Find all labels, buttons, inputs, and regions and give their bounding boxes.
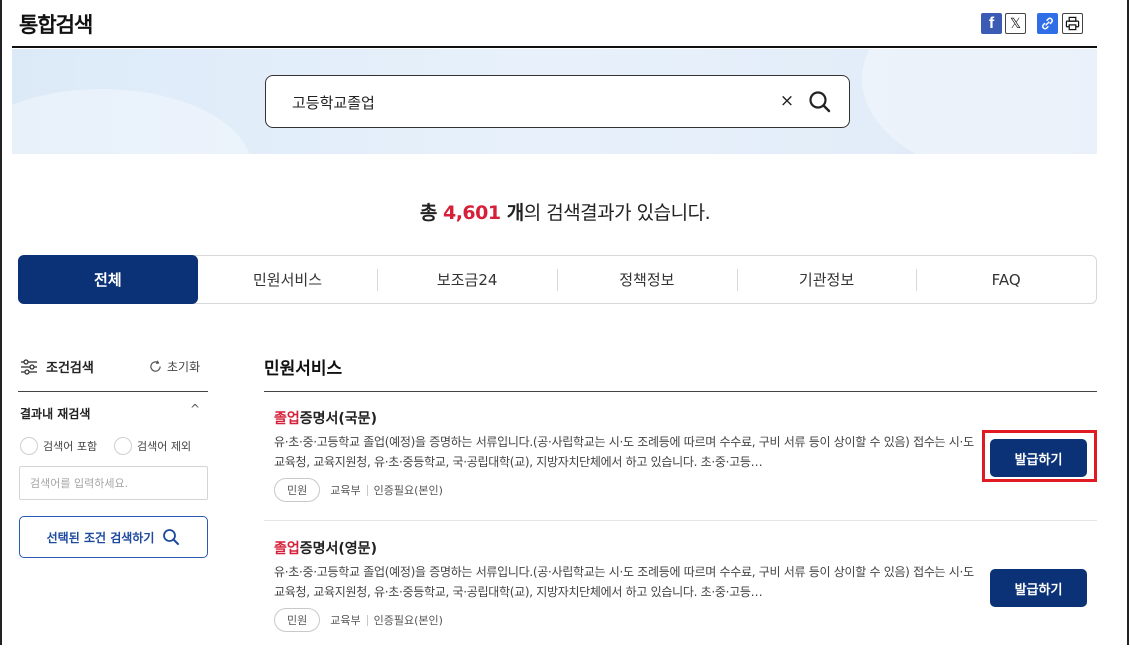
reset-label: 초기화 — [167, 360, 201, 374]
refine-title: 결과내 재검색 — [20, 407, 91, 421]
annotation-highlight-box — [982, 430, 1097, 482]
frame-left-border — [0, 0, 2, 645]
category-badge: 민원 — [274, 478, 321, 502]
issue-button[interactable]: 발급하기 — [990, 569, 1087, 607]
auth-label: 인증필요(본인) — [373, 614, 443, 627]
result-count-suffix: 의 검색결과가 있습니다. — [523, 202, 711, 224]
x-share-icon[interactable]: 𝕏 — [1005, 13, 1026, 34]
tab-policy-info[interactable]: 정책정보 — [557, 256, 737, 303]
header-divider — [12, 46, 1097, 48]
clear-search-icon[interactable]: × — [777, 90, 797, 112]
exclude-radio[interactable]: 검색어 제외 — [114, 437, 191, 455]
search-icon — [163, 529, 180, 545]
category-badge: 민원 — [274, 608, 321, 632]
include-label: 검색어 포함 — [43, 440, 98, 453]
title-highlight: 졸업 — [274, 411, 300, 427]
print-icon[interactable] — [1062, 13, 1083, 34]
result-count-number: 4,601 — [442, 202, 501, 224]
result-count-prefix: 총 — [419, 202, 443, 224]
tag-separator — [366, 614, 368, 626]
apply-filter-label: 선택된 조건 검색하기 — [46, 530, 155, 545]
radio-circle — [114, 437, 132, 455]
filter-title-label: 조건검색 — [46, 361, 94, 376]
result-item-tags: 민원 교육부 인증필요(본인) — [274, 478, 443, 502]
refresh-icon — [150, 360, 161, 372]
frame-right-border — [1127, 0, 1129, 645]
exclude-label: 검색어 제외 — [137, 440, 192, 453]
search-icon[interactable] — [807, 89, 833, 115]
result-item-title[interactable]: 졸업증명서(국문) — [274, 408, 377, 428]
title-rest: 증명서(국문) — [299, 411, 377, 427]
result-item-tags: 민원 교육부 인증필요(본인) — [274, 608, 443, 632]
filter-title: 조건검색 — [20, 357, 94, 376]
tab-faq[interactable]: FAQ — [916, 256, 1096, 303]
tab-all[interactable]: 전체 — [18, 255, 198, 304]
auth-label: 인증필요(본인) — [373, 484, 443, 497]
apply-filter-button[interactable]: 선택된 조건 검색하기 — [19, 516, 208, 558]
title-rest: 증명서(영문) — [299, 541, 377, 557]
banner-decoration — [862, 49, 1097, 154]
radio-circle — [20, 437, 38, 455]
sliders-icon — [21, 358, 37, 375]
result-item: 졸업증명서(영문) 유·초·중·고등학교 졸업(예정)을 증명하는 서류입니다.… — [264, 538, 1097, 648]
result-item: 졸업증명서(국문) 유·초·중·고등학교 졸업(예정)을 증명하는 서류입니다.… — [264, 408, 1097, 518]
search-input[interactable] — [290, 76, 754, 128]
reset-button[interactable]: 초기화 — [149, 358, 200, 375]
facebook-share-icon[interactable]: f — [981, 13, 1002, 34]
search-box: × — [265, 75, 850, 128]
link-copy-icon[interactable] — [1037, 13, 1058, 34]
section-title: 민원서비스 — [264, 359, 343, 379]
result-count: 총 4,601 개의 검색결과가 있습니다. — [0, 198, 1130, 225]
refine-search-input[interactable] — [19, 466, 208, 500]
section-divider — [264, 391, 1097, 392]
result-item-description: 유·초·중·고등학교 졸업(예정)을 증명하는 서류입니다.(공·사립학교는 시… — [274, 565, 974, 599]
category-tabs: 전체 민원서비스 보조금24 정책정보 기관정보 FAQ — [18, 255, 1097, 304]
chevron-up-icon[interactable]: ^ — [190, 402, 200, 416]
include-radio[interactable]: 검색어 포함 — [20, 437, 97, 455]
filter-divider — [18, 391, 208, 392]
result-item-title[interactable]: 졸업증명서(영문) — [274, 538, 377, 558]
result-count-unit: 개 — [500, 202, 525, 224]
banner-decoration — [12, 89, 252, 154]
tab-subsidy24[interactable]: 보조금24 — [377, 256, 557, 303]
tab-agency-info[interactable]: 기관정보 — [736, 256, 917, 303]
result-divider — [264, 520, 1097, 521]
result-item-description: 유·초·중·고등학교 졸업(예정)을 증명하는 서류입니다.(공·사립학교는 시… — [274, 435, 974, 469]
tag-separator — [366, 484, 368, 496]
agency-label: 교육부 — [330, 484, 361, 497]
page-title: 통합검색 — [19, 13, 93, 37]
agency-label: 교육부 — [330, 614, 361, 627]
tab-civil-service[interactable]: 민원서비스 — [198, 256, 378, 303]
title-highlight: 졸업 — [274, 541, 300, 557]
